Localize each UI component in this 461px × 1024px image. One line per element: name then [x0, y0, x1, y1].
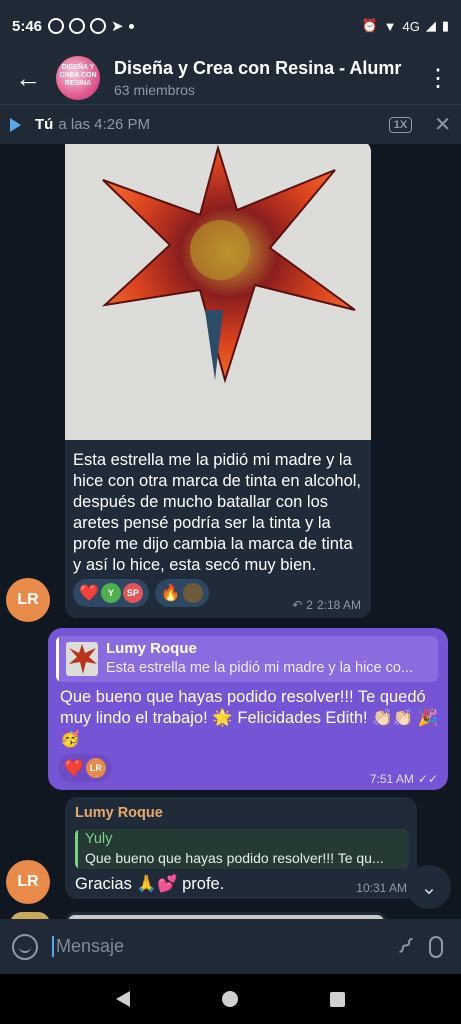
status-right: ⏰ ▼ 4G ◢ ▮: [361, 18, 449, 34]
avatar[interactable]: LR: [6, 578, 50, 622]
playback-speed-button[interactable]: 1X: [388, 116, 413, 133]
close-icon[interactable]: ✕: [434, 112, 451, 137]
message-meta: ↶ 2 2:18 AM: [292, 598, 361, 612]
reply-arrow-icon: ↶: [292, 598, 303, 612]
more-vertical-icon: ⋮: [426, 64, 450, 92]
message-incoming-reply[interactable]: Lumy Roque Yuly Que bueno que hayas podi…: [65, 797, 417, 899]
nav-back-icon[interactable]: [116, 991, 130, 1007]
next-message-partial: [65, 912, 387, 919]
reply-bar: [75, 829, 78, 869]
reaction-heart[interactable]: ❤️ Y SP: [73, 579, 149, 607]
message-meta: 7:51 AM ✓✓: [370, 772, 438, 786]
messenger-icon-2: [90, 18, 107, 34]
messenger-icon: [69, 18, 86, 34]
player-time: a las 4:26 PM: [58, 116, 151, 133]
heart-emoji: ❤️: [64, 760, 84, 777]
whatsapp-icon: [48, 18, 65, 34]
heart-emoji: ❤️: [79, 585, 99, 602]
reactor-avatar-sp: SP: [122, 583, 143, 603]
message-photo-star[interactable]: Esta estrella me la pidió mi madre y la …: [65, 144, 371, 618]
play-icon[interactable]: [10, 117, 21, 132]
reactions: ❤️ LR: [58, 754, 112, 782]
header-text[interactable]: Diseña y Crea con Resina - Alumr 63 miem…: [114, 58, 415, 98]
resin-star-photo[interactable]: [65, 144, 371, 440]
system-nav-bar: [0, 974, 461, 1024]
resin-star-image: [65, 144, 371, 440]
reply-text: Esta estrella me la pidió mi madre y la …: [106, 660, 414, 676]
scroll-down-button[interactable]: ⌄: [407, 865, 451, 909]
mic-icon[interactable]: [429, 935, 443, 958]
menu-button[interactable]: ⋮: [415, 52, 461, 104]
reactor-avatar-y: Y: [100, 583, 121, 603]
reactor-avatar-lr: LR: [85, 758, 106, 778]
notification-icons: ➤: [48, 17, 134, 35]
double-check-icon: ✓✓: [417, 772, 438, 786]
more-notifications-icon: [128, 23, 134, 29]
star-thumbnail-icon: [69, 644, 97, 674]
message-outgoing[interactable]: Lumy Roque Esta estrella me la pidió mi …: [48, 628, 448, 790]
attach-icon[interactable]: ⌇: [391, 932, 420, 961]
fire-emoji: 🔥: [160, 585, 181, 602]
reaction-heart[interactable]: ❤️ LR: [58, 754, 112, 782]
status-bar: 5:46 ➤ ⏰ ▼ 4G ◢ ▮: [0, 0, 461, 52]
sender-name: Lumy Roque: [75, 805, 163, 821]
group-avatar[interactable]: DISEÑA Y CREA CON RESINA: [56, 56, 100, 100]
reply-bar: [56, 636, 59, 682]
chat-header: ← DISEÑA Y CREA CON RESINA Diseña y Crea…: [0, 52, 461, 104]
reply-name: Lumy Roque: [106, 640, 197, 657]
reactions: ❤️ Y SP 🔥: [73, 579, 209, 607]
battery-icon: ▮: [441, 18, 449, 33]
message-time: 7:51 AM: [369, 772, 414, 786]
chat-title: Diseña y Crea con Resina - Alumr: [114, 58, 402, 78]
chat-area[interactable]: Esta estrella me la pidió mi madre y la …: [0, 144, 461, 919]
wifi-icon: ▼: [383, 18, 397, 34]
reaction-fire[interactable]: 🔥: [154, 579, 209, 607]
message-time: 10:31 AM: [356, 881, 407, 895]
reply-text: Que bueno que hayas podido resolver!!! T…: [85, 850, 384, 866]
audio-player-bar[interactable]: Tú a las 4:26 PM 1X ✕: [0, 104, 461, 144]
reply-thumbnail: [66, 642, 98, 676]
message-text: Esta estrella me la pidió mi madre y la …: [73, 451, 362, 574]
reply-preview[interactable]: Yuly Que bueno que hayas podido resolver…: [75, 829, 409, 869]
chevron-down-icon: ⌄: [420, 876, 438, 899]
message-time: 2:18 AM: [316, 598, 361, 612]
message-input[interactable]: [52, 936, 382, 957]
arrow-left-icon: ←: [15, 62, 41, 93]
avatar[interactable]: LR: [6, 860, 50, 904]
status-time: 5:46: [12, 17, 43, 35]
back-button[interactable]: ←: [0, 52, 56, 104]
group-avatar-label: DISEÑA Y CREA CON RESINA: [59, 64, 97, 87]
emoji-icon[interactable]: [12, 933, 38, 960]
message-text: Gracias 🙏💕 profe.: [75, 875, 225, 893]
nav-home-icon[interactable]: [222, 991, 238, 1007]
reply-name: Yuly: [85, 831, 113, 847]
network-type: 4G: [402, 18, 420, 34]
reply-preview[interactable]: Lumy Roque Esta estrella me la pidió mi …: [56, 636, 438, 682]
replies-count: 2: [306, 598, 313, 612]
message-input-bar: ⌇: [0, 919, 461, 974]
player-sender: Tú: [35, 116, 54, 133]
telegram-icon: ➤: [111, 18, 124, 35]
nav-recent-icon[interactable]: [330, 991, 345, 1007]
chat-subtitle: 63 miembros: [114, 82, 195, 98]
next-avatar-partial: [10, 912, 50, 919]
alarm-icon: ⏰: [361, 18, 378, 33]
message-text: Que bueno que hayas podido resolver!!! T…: [60, 688, 439, 748]
reactor-avatar-photo: [182, 583, 203, 603]
signal-icon: ◢: [425, 18, 436, 33]
